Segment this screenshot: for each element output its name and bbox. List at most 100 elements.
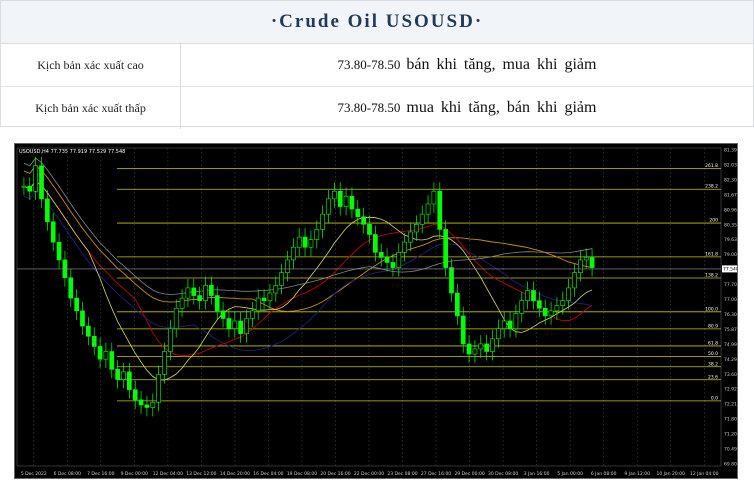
x-tick-label: 3 Jan 16:00 xyxy=(524,471,550,477)
candle-body xyxy=(589,257,595,268)
candle-body xyxy=(261,297,267,301)
fib-level-label: 80.9 xyxy=(708,323,718,329)
candle-body xyxy=(97,346,103,360)
candle-body xyxy=(267,292,273,301)
fib-level-label: 38.2 xyxy=(708,361,718,367)
y-tick-label: 82.305 xyxy=(724,177,737,183)
y-tick-label: 80.350 xyxy=(724,222,737,228)
fib-level-label: 23.6 xyxy=(708,374,718,380)
y-tick-label: 81.390 xyxy=(724,148,737,154)
scenario-range: 73.80-78.50 xyxy=(337,100,401,115)
candle-body xyxy=(332,190,337,200)
candle-body xyxy=(314,229,320,240)
candle-body xyxy=(554,305,560,312)
candle-body xyxy=(484,343,489,352)
candle-body xyxy=(537,300,542,309)
candle-body xyxy=(449,267,454,294)
fib-level-label: 61.8 xyxy=(708,340,718,346)
candle-body xyxy=(378,252,384,258)
candle-body xyxy=(232,320,238,329)
candle-body xyxy=(45,198,50,223)
y-tick-label: 72.215 xyxy=(724,402,737,408)
candle-body xyxy=(326,198,331,215)
x-tick-label: 10 Jan 20:00 xyxy=(656,471,685,477)
scenario-value: 73.80-78.50 mua khi tăng, bán khi giảm xyxy=(181,87,753,129)
y-tick-label: 77.705 xyxy=(724,282,737,288)
candle-body xyxy=(191,287,197,296)
y-tick-label: 72.920 xyxy=(724,387,737,393)
scenario-row-high: Kịch bản xác xuất cao 73.80-78.50 bán kh… xyxy=(1,44,753,87)
candle-body xyxy=(408,231,413,243)
candle-body xyxy=(460,315,466,345)
candle-body xyxy=(566,287,571,301)
page-title: ·Crude Oil USOUSD· xyxy=(1,1,753,44)
x-tick-label: 23 Dec 08:00 xyxy=(387,471,417,477)
scenario-label: Kịch bản xác xuất cao xyxy=(1,44,181,86)
candle-body xyxy=(548,310,554,317)
scenario-value: 73.80-78.50 bán khi tăng, mua khi giảm xyxy=(181,44,753,86)
scenario-action: bán khi tăng, mua khi giảm xyxy=(406,56,597,73)
y-tick-label: 74.990 xyxy=(724,342,737,348)
candle-body xyxy=(138,399,144,406)
candle-body xyxy=(220,310,226,319)
candle-body xyxy=(56,241,62,261)
y-tick-label: 70.495 xyxy=(724,447,737,453)
candle-body xyxy=(308,239,314,248)
x-tick-label: 14 Dec 20:00 xyxy=(220,471,250,477)
candle-body xyxy=(132,389,138,401)
y-tick-label: 75.870 xyxy=(724,327,737,333)
x-tick-label: 5 Dec 2022 xyxy=(21,471,47,477)
fib-level-label: 200 xyxy=(709,218,718,224)
price-chart-svg[interactable]: USOUSD,H4 77.735 77.919 77.529 77.548 5 … xyxy=(15,144,740,478)
x-tick-label: 9 Jan 12:00 xyxy=(624,471,650,477)
y-tick-label: 82.030 xyxy=(724,162,737,168)
candle-body xyxy=(209,285,214,296)
candle-body xyxy=(425,203,431,215)
candle-body xyxy=(74,297,79,312)
candle-body xyxy=(50,221,56,243)
candle-body xyxy=(373,234,378,253)
candle-body xyxy=(507,320,513,329)
candle-body xyxy=(244,318,249,335)
candle-body xyxy=(531,290,536,301)
candle-body xyxy=(250,310,255,319)
candle-body xyxy=(349,196,355,210)
x-tick-label: 6 Dec 08:00 xyxy=(54,471,82,477)
x-tick-label: 12 Jan 04:00 xyxy=(690,471,719,477)
candle-body xyxy=(437,190,443,230)
scenario-panel: ·Crude Oil USOUSD· Kịch bản xác xuất cao… xyxy=(0,0,754,129)
x-tick-label: 19 Dec 08:00 xyxy=(287,471,317,477)
candle-body xyxy=(103,351,109,360)
y-tick-label: 76.300 xyxy=(724,312,737,318)
current-price-label: 77.548 xyxy=(723,267,737,273)
candle-body xyxy=(519,300,525,314)
price-chart[interactable]: USOUSD,H4 77.735 77.919 77.529 77.548 5 … xyxy=(14,143,740,479)
candle-body xyxy=(542,307,548,317)
fib-level-label: 238.2 xyxy=(705,184,718,190)
y-tick-label: 74.290 xyxy=(724,357,737,363)
fib-level-label: 161.8 xyxy=(705,251,718,257)
candle-body xyxy=(197,295,202,301)
fib-level-label: 100.0 xyxy=(705,306,718,312)
candle-body xyxy=(490,338,495,352)
candle-body xyxy=(185,287,191,299)
candle-body xyxy=(455,292,460,317)
plot-area xyxy=(16,147,722,467)
moving-average-line xyxy=(23,165,593,312)
candle-body xyxy=(578,259,583,273)
candle-body xyxy=(68,277,74,299)
candle-body xyxy=(91,335,97,347)
candle-body xyxy=(144,404,150,408)
candle-body xyxy=(414,224,419,233)
candle-body xyxy=(501,320,507,329)
candle-body xyxy=(226,318,232,329)
scenario-label: Kịch bản xác xuất thấp xyxy=(1,87,181,129)
candle-body xyxy=(355,208,361,217)
candle-body xyxy=(291,246,296,261)
candle-body xyxy=(443,229,448,268)
scenario-row-low: Kịch bản xác xuất thấp 73.80-78.50 mua k… xyxy=(1,87,753,129)
candle-body xyxy=(431,190,437,205)
fib-level-label: 138.2 xyxy=(705,272,718,278)
moving-average-line xyxy=(23,180,593,357)
candle-body xyxy=(513,313,519,329)
